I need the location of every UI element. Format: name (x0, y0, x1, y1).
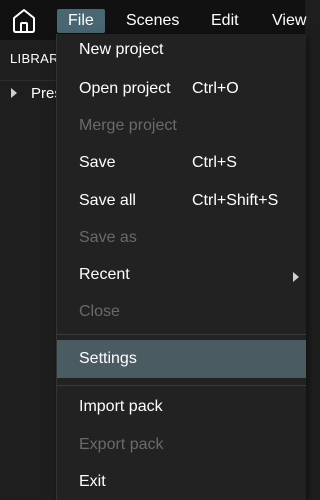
library-tree-item-presets[interactable]: Presets (0, 82, 56, 106)
menu-item-settings[interactable]: Settings (57, 340, 306, 378)
submenu-arrow-icon (293, 272, 299, 282)
menu-scenes[interactable]: Scenes (126, 9, 179, 33)
menu-item-shortcut: Ctrl+S (192, 154, 237, 171)
menu-item-label: Save as (79, 229, 137, 246)
library-header: LIBRARY (0, 40, 56, 81)
menu-item-exit[interactable]: Exit (57, 465, 306, 500)
expand-arrow-icon[interactable] (11, 88, 17, 98)
menu-divider (57, 385, 306, 386)
menu-view[interactable]: View (272, 9, 306, 33)
menu-item-save-as: Save as (57, 221, 306, 257)
menu-item-recent[interactable]: Recent (57, 258, 306, 294)
menu-item-close: Close (57, 295, 306, 331)
tree-item-label: Presets (31, 85, 56, 102)
menu-item-import-pack[interactable]: Import pack (57, 390, 306, 426)
menu-item-label: New project (79, 41, 164, 58)
library-title: LIBRARY (10, 51, 56, 66)
menu-item-label: Settings (79, 350, 137, 367)
file-menu-dropdown: New project Open project Ctrl+O Merge pr… (56, 34, 306, 500)
menu-item-save-all[interactable]: Save all Ctrl+Shift+S (57, 184, 306, 220)
menu-item-new-project[interactable]: New project (57, 34, 306, 70)
menu-item-label: Save (79, 154, 116, 171)
menu-file[interactable]: File (57, 9, 105, 33)
menu-item-label: Exit (79, 473, 106, 490)
home-button[interactable] (6, 4, 42, 38)
app-window: File Scenes Edit View LIBRARY Presets Ne… (0, 0, 306, 500)
menu-item-shortcut: Ctrl+Shift+S (192, 192, 279, 209)
menu-edit[interactable]: Edit (211, 9, 239, 33)
menu-item-label: Close (79, 303, 120, 320)
menu-item-shortcut: Ctrl+O (192, 80, 239, 97)
menu-item-label: Save all (79, 192, 136, 209)
menu-item-label: Recent (79, 266, 130, 283)
menu-item-label: Open project (79, 80, 171, 97)
home-icon (13, 9, 35, 33)
menu-item-save[interactable]: Save Ctrl+S (57, 146, 306, 182)
menu-item-export-pack: Export pack (57, 428, 306, 464)
library-panel: LIBRARY Presets (0, 40, 56, 500)
menu-item-merge-project: Merge project (57, 109, 306, 145)
menu-divider (57, 334, 306, 335)
menu-item-open-project[interactable]: Open project Ctrl+O (57, 72, 306, 108)
menu-item-label: Merge project (79, 117, 177, 134)
menu-item-label: Import pack (79, 398, 163, 415)
menu-item-label: Export pack (79, 436, 164, 453)
